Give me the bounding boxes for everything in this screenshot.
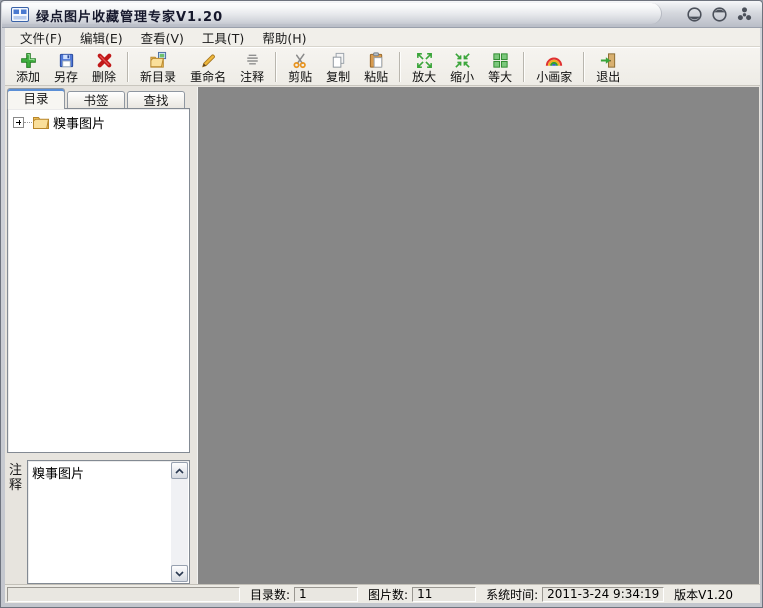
system-time-value: 2011-3-24 9:34:19 — [542, 586, 665, 602]
cut-scissors-icon — [291, 51, 310, 70]
delete-cross-icon — [95, 51, 114, 70]
minimize-icon — [686, 6, 702, 22]
toolbar-button-zoom-out[interactable]: 缩小 — [443, 49, 481, 85]
directory-count-value: 1 — [294, 586, 359, 602]
tree-item-label[interactable]: 糗事图片 — [53, 113, 105, 132]
chevron-up-icon — [175, 467, 184, 474]
paste-clipboard-icon — [367, 51, 386, 70]
menu-view[interactable]: 查看(V) — [132, 27, 193, 48]
toolbar-button-rename[interactable]: 重命名 — [183, 49, 233, 85]
notes-box: 糗事图片 — [27, 460, 190, 584]
scroll-down-button[interactable] — [171, 565, 188, 582]
picture-count-label: 图片数: — [368, 587, 409, 602]
new-folder-icon — [148, 51, 168, 70]
toolbar-button-save-as[interactable]: 另存 — [47, 49, 85, 85]
notes-label: 注释 — [9, 463, 23, 493]
toolbar-separator — [523, 51, 526, 82]
expand-plus-icon[interactable] — [13, 116, 24, 128]
picture-count-value: 11 — [412, 586, 477, 602]
close-button[interactable] — [735, 5, 753, 23]
window-controls — [685, 5, 753, 23]
toolbar-button-copy[interactable]: 复制 — [319, 49, 357, 85]
close-icon — [737, 6, 751, 20]
status-bar: 目录数: 1 图片数: 11 系统时间: 2011-3-24 9:34:19 版… — [5, 584, 760, 603]
toolbar-button-zoom-in[interactable]: 放大 — [405, 49, 443, 85]
scroll-up-button[interactable] — [171, 462, 188, 479]
version-text: 版本V1.20 — [674, 587, 734, 602]
notes-scrollbar[interactable] — [171, 462, 188, 582]
toolbar-separator — [399, 51, 402, 82]
toolbar-button-new-folder[interactable]: 新目录 — [133, 49, 183, 85]
sidebar-tabs: 目录 书签 查找 — [7, 88, 187, 109]
copy-pages-icon — [329, 51, 348, 70]
menu-bar: 文件(F) 编辑(E) 查看(V) 工具(T) 帮助(H) — [5, 28, 760, 47]
toolbar-button-add[interactable]: 添加 — [9, 49, 47, 85]
toolbar-button-cut[interactable]: 剪贴 — [281, 49, 319, 85]
image-view-canvas[interactable] — [197, 87, 759, 584]
exit-door-icon — [599, 51, 618, 70]
menu-help[interactable]: 帮助(H) — [253, 27, 315, 48]
maximize-icon — [711, 6, 727, 22]
folder-icon[interactable] — [32, 114, 50, 130]
chevron-down-icon — [175, 570, 184, 577]
toolbar-button-painter[interactable]: 小画家 — [529, 49, 579, 85]
rename-pencil-icon — [199, 51, 218, 70]
directory-count-label: 目录数: — [250, 587, 291, 602]
painter-rainbow-icon — [544, 51, 564, 70]
save-as-floppy-icon — [57, 51, 76, 70]
notes-textarea[interactable]: 糗事图片 — [28, 461, 170, 583]
tab-directory[interactable]: 目录 — [7, 88, 65, 109]
note-lines-icon — [243, 51, 262, 70]
toolbar-button-exit[interactable]: 退出 — [589, 49, 627, 85]
tree-row[interactable]: 糗事图片 — [10, 113, 187, 132]
toolbar-button-actual-size[interactable]: 等大 — [481, 49, 519, 85]
maximize-button[interactable] — [710, 5, 728, 23]
menu-file[interactable]: 文件(F) — [11, 27, 71, 48]
menu-tools[interactable]: 工具(T) — [193, 27, 253, 48]
tab-search[interactable]: 查找 — [127, 91, 185, 109]
toolbar-button-paste[interactable]: 粘贴 — [357, 49, 395, 85]
system-time-label: 系统时间: — [486, 587, 539, 602]
tree-connector — [24, 121, 32, 123]
add-plus-icon — [19, 51, 38, 70]
zoom-in-arrows-icon — [415, 51, 434, 70]
toolbar: 添加 另存 删除 新目录 重命名 注释 剪贴 复制 粘贴 放大 缩小 等大 小画… — [5, 47, 760, 86]
app-window: 绿点图片收藏管理专家V1.20 文件(F) 编辑(E) 查看(V) 工具(T) … — [0, 0, 763, 608]
status-message-panel — [7, 586, 240, 602]
tab-bookmarks[interactable]: 书签 — [67, 91, 125, 109]
toolbar-separator — [583, 51, 586, 82]
directory-tree[interactable]: 糗事图片 — [7, 108, 190, 453]
menu-edit[interactable]: 编辑(E) — [71, 27, 132, 48]
minimize-button[interactable] — [685, 5, 703, 23]
toolbar-button-delete[interactable]: 删除 — [85, 49, 123, 85]
toolbar-separator — [127, 51, 130, 82]
toolbar-separator — [275, 51, 278, 82]
title-bar[interactable]: 绿点图片收藏管理专家V1.20 — [2, 1, 762, 28]
window-title: 绿点图片收藏管理专家V1.20 — [36, 10, 224, 25]
app-icon[interactable] — [11, 7, 29, 22]
zoom-out-arrows-icon — [453, 51, 472, 70]
actual-size-icon — [491, 51, 510, 70]
toolbar-button-note[interactable]: 注释 — [233, 49, 271, 85]
